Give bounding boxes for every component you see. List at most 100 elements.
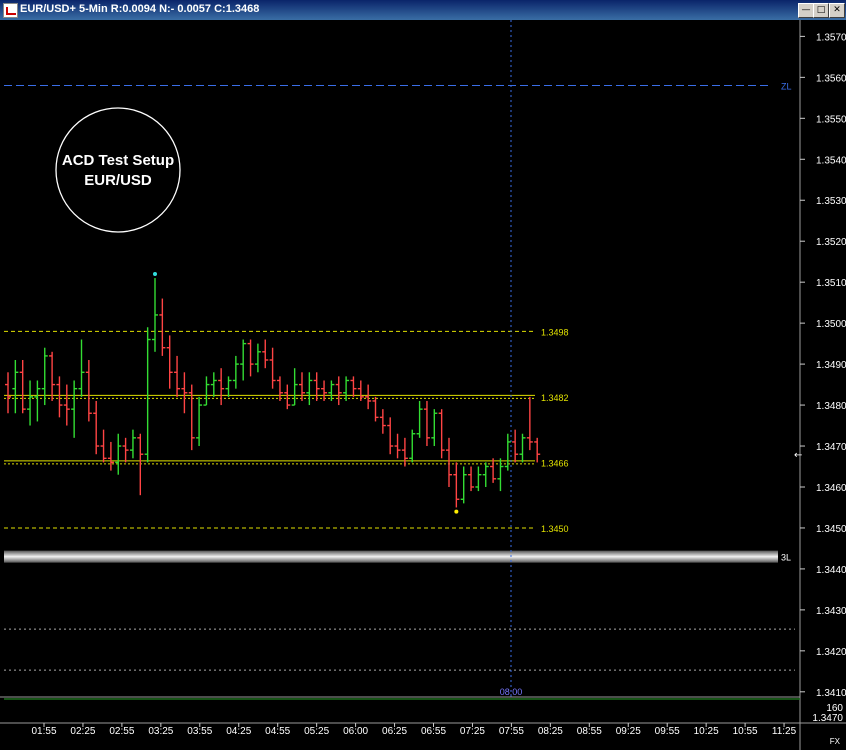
- annotation-circle: [55, 107, 181, 233]
- x-tick-label: 03:55: [187, 726, 212, 737]
- ohlc-bar: [313, 372, 320, 401]
- y-tick-label: 1.3520: [816, 237, 846, 248]
- x-tick-label: 08:55: [577, 726, 602, 737]
- level-label: 1.3450: [541, 524, 569, 534]
- x-tick-label: 03:25: [148, 726, 173, 737]
- ohlc-bar: [372, 396, 379, 422]
- level-lines: 1.3498 1.3482 1.3466 1.3450 ZL 3L 08:00: [4, 20, 795, 697]
- y-tick-label: 1.3470: [816, 442, 846, 453]
- ohlc-bar: [387, 417, 394, 455]
- x-tick-label: 06:55: [421, 726, 446, 737]
- ohlc-bar: [34, 380, 41, 422]
- time-marker-label: 08:00: [500, 687, 523, 697]
- x-tick-label: 07:25: [460, 726, 485, 737]
- ohlc-bar: [409, 429, 416, 463]
- ohlc-bar: [93, 400, 100, 455]
- ohlc-bar: [144, 327, 151, 463]
- ohlc-bar: [41, 347, 48, 406]
- level-label: 1.3466: [541, 458, 569, 468]
- ohlc-bar: [350, 376, 357, 397]
- ohlc-bar: [159, 298, 166, 356]
- y-tick-label: 1.3480: [816, 401, 846, 412]
- ohlc-bar: [203, 376, 210, 406]
- ohlc-bar: [519, 433, 526, 463]
- ohlc-bar: [475, 466, 482, 492]
- x-tick-label: 06:00: [343, 726, 368, 737]
- title-bar[interactable]: EUR/USD+ 5-Min R:0.0094 N:- 0.0057 C:1.3…: [0, 0, 846, 20]
- ohlc-bar: [27, 380, 34, 426]
- price-chart[interactable]: 1.3498 1.3482 1.3466 1.3450 ZL 3L 08:00 1.3570…: [0, 20, 846, 750]
- ohlc-bar: [379, 409, 386, 434]
- ohlc-bar: [100, 429, 107, 463]
- y-tick-label: 1.3410: [816, 688, 846, 699]
- ohlc-bar: [482, 462, 489, 487]
- ohlc-bar: [394, 433, 401, 459]
- ohlc-bar: [210, 372, 217, 397]
- ohlc-bar: [446, 437, 452, 487]
- annotation-line2: EUR/USD: [84, 172, 152, 189]
- chart-window: EUR/USD+ 5-Min R:0.0094 N:- 0.0057 C:1.3…: [0, 0, 846, 750]
- ohlc-bar: [335, 376, 342, 406]
- ohlc-bar: [71, 380, 78, 438]
- ohlc-bar: [247, 339, 254, 377]
- ohlc-bar: [438, 409, 445, 459]
- ohlc-bar: [19, 360, 26, 414]
- maximize-button[interactable]: □: [813, 3, 829, 18]
- fx-corner-label: FX: [830, 737, 841, 746]
- y-tick-label: 1.3450: [816, 524, 846, 535]
- annotation-line1: ACD Test Setup: [62, 152, 174, 169]
- ohlc-bar: [365, 384, 372, 410]
- x-tick-label: 08:25: [538, 726, 563, 737]
- ohlc-bar: [78, 339, 85, 397]
- ohlc-bar: [512, 429, 519, 463]
- ohlc-bar: [453, 462, 460, 508]
- current-price-arrow-icon: ←: [794, 450, 802, 461]
- x-tick-label: 09:55: [655, 726, 680, 737]
- ohlc-bar: [137, 433, 144, 496]
- ohlc-bar: [343, 376, 350, 401]
- ohlc-bar: [107, 441, 114, 471]
- ohlc-bar: [357, 380, 364, 401]
- ohlc-bar: [5, 372, 11, 414]
- high-marker-dot: [153, 271, 157, 276]
- x-tick-label: 09:25: [616, 726, 641, 737]
- ohlc-bar: [299, 372, 305, 401]
- x-tick-label: 02:55: [109, 726, 134, 737]
- close-button[interactable]: ✕: [829, 3, 845, 18]
- ohlc-bar: [174, 355, 181, 397]
- ohlc-bar: [85, 360, 92, 422]
- window-title: EUR/USD+ 5-Min R:0.0094 N:- 0.0057 C:1.3…: [20, 3, 260, 15]
- ohlc-bar: [232, 355, 239, 389]
- minimize-button[interactable]: —: [798, 3, 814, 18]
- y-tick-label: 1.3550: [816, 114, 846, 125]
- x-tick-label: 07:55: [499, 726, 524, 737]
- ohlc-bar: [122, 437, 129, 463]
- ohlc-bar: [497, 458, 504, 492]
- chart-app-icon[interactable]: [3, 3, 18, 18]
- ohlc-bar: [115, 433, 122, 475]
- x-tick-label: 02:25: [70, 726, 95, 737]
- x-tick-label: 06:25: [382, 726, 407, 737]
- ohlc-bar: [196, 396, 203, 447]
- ohlc-bar: [460, 466, 467, 504]
- low-marker-dot: [454, 509, 459, 514]
- price-axis[interactable]: 1.3570 1.3560 1.3550 1.3540 1.3530 1.3520 1.35…: [0, 20, 846, 750]
- ohlc-bar: [526, 396, 533, 451]
- ohlc-bar: [416, 400, 423, 438]
- ohlc-bar: [49, 351, 56, 401]
- x-tick-label: 11:25: [772, 726, 797, 737]
- x-tick-label: 04:55: [265, 726, 290, 737]
- price-bars: [5, 271, 541, 514]
- x-tick-label: 10:55: [733, 726, 758, 737]
- x-tick-label: 10:25: [694, 726, 719, 737]
- y-tick-label: 1.3420: [816, 647, 846, 658]
- ohlc-bar: [129, 429, 136, 459]
- x-tick-label: 01:55: [31, 726, 56, 737]
- y-tick-label: 1.3500: [816, 319, 846, 330]
- ohlc-bar: [188, 384, 195, 451]
- x-tick-label: 04:25: [226, 726, 251, 737]
- ohlc-bar: [269, 347, 276, 389]
- ohlc-bar: [181, 372, 188, 414]
- ohlc-bar: [63, 384, 70, 426]
- ohlc-bar: [490, 458, 497, 483]
